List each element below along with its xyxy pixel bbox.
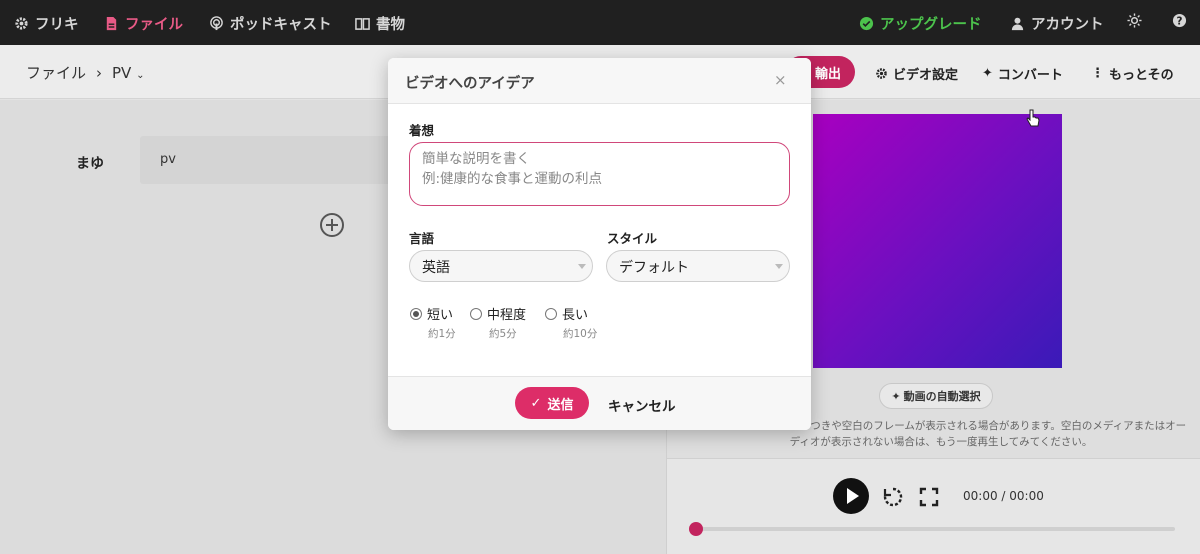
length-option-long[interactable]: 長い <box>545 304 588 323</box>
svg-text:?: ? <box>1177 15 1183 27</box>
add-block-icon[interactable] <box>320 213 344 237</box>
nav-item-label: ポッドキャスト <box>230 17 332 33</box>
radio-button[interactable] <box>410 307 422 320</box>
length-hint: 約1分 <box>428 328 456 340</box>
radio-button[interactable] <box>470 307 482 320</box>
idea-textarea[interactable]: 簡単な説明を書く 例:健康的な食事と運動の利点 <box>409 142 790 206</box>
gear-icon <box>15 17 28 30</box>
nav-item-label: フリキ <box>35 17 79 33</box>
sparkle-icon: ✦ <box>982 66 993 81</box>
video-settings-button[interactable]: ビデオ設定 <box>875 64 958 83</box>
podcast-icon <box>210 16 223 31</box>
theme-toggle-button[interactable] <box>1127 13 1142 28</box>
sun-icon <box>1127 13 1142 28</box>
book-icon <box>355 18 370 30</box>
upgrade-link[interactable]: アップグレード <box>859 13 982 34</box>
chevron-down-icon <box>578 264 586 269</box>
more-button[interactable]: ⋮ もっとその <box>1091 64 1174 83</box>
convert-button[interactable]: ✦ コンバート <box>982 64 1063 83</box>
dialog-title: ビデオへのアイデア <box>405 76 535 92</box>
sparkle-icon: ✦ <box>891 389 901 403</box>
language-select[interactable]: 英語 <box>409 250 593 282</box>
length-option-short[interactable]: 短い <box>410 304 453 323</box>
script-text-field[interactable]: pv <box>140 136 400 184</box>
length-label: 中程度 <box>487 308 527 323</box>
file-icon <box>106 16 117 31</box>
idea-placeholder-line-2: 例:健康的な食事と運動の利点 <box>422 171 603 187</box>
send-button[interactable]: ✓ 送信 <box>515 387 589 419</box>
length-label: 長い <box>562 308 589 323</box>
user-icon <box>1011 17 1024 31</box>
breadcrumb-current[interactable]: PV ⌄ <box>112 64 144 82</box>
gear-icon <box>876 68 887 79</box>
breadcrumb: ファイル › PV ⌄ <box>26 62 145 83</box>
radio-button[interactable] <box>545 307 557 320</box>
top-navigation: フリキ ファイル ポッドキャスト 書物 アップグレード アカウント ? <box>0 0 1200 45</box>
chevron-down-icon <box>775 264 783 269</box>
account-link[interactable]: アカウント <box>1010 13 1104 34</box>
cancel-button[interactable]: キャンセル <box>608 395 676 415</box>
hand-cursor-icon <box>1026 109 1040 127</box>
playback-time: 00:00 / 00:00 <box>963 489 1044 503</box>
language-value: 英語 <box>422 260 450 276</box>
style-label: スタイル <box>607 231 658 246</box>
dialog-header: ビデオへのアイデア × <box>388 58 811 104</box>
dialog-footer: ✓ 送信 キャンセル <box>388 376 811 430</box>
breadcrumb-separator: › <box>96 63 103 82</box>
upgrade-label: アップグレード <box>880 17 982 33</box>
more-vertical-icon: ⋮ <box>1091 66 1104 81</box>
fullscreen-icon[interactable] <box>919 487 939 507</box>
style-value: デフォルト <box>619 260 689 276</box>
check-badge-icon <box>859 16 874 31</box>
replay-icon[interactable] <box>882 486 904 508</box>
player-controls: 00:00 / 00:00 <box>667 458 1200 554</box>
help-button[interactable]: ? <box>1172 13 1187 28</box>
length-option-medium[interactable]: 中程度 <box>470 304 526 323</box>
progress-handle[interactable] <box>689 522 703 536</box>
idea-label: 着想 <box>409 123 435 138</box>
help-icon: ? <box>1172 13 1187 27</box>
chevron-down-icon: ⌄ <box>136 69 145 81</box>
language-label: 言語 <box>409 231 435 246</box>
video-preview[interactable] <box>813 114 1062 368</box>
play-button[interactable] <box>833 478 869 514</box>
length-hint: 約10分 <box>563 328 598 340</box>
progress-track[interactable] <box>693 527 1175 531</box>
account-label: アカウント <box>1031 17 1104 33</box>
auto-select-video-button[interactable]: ✦ 動画の自動選択 <box>879 383 993 409</box>
nav-item-label: 書物 <box>376 17 405 33</box>
breadcrumb-root[interactable]: ファイル <box>26 62 86 83</box>
style-select[interactable]: デフォルト <box>606 250 790 282</box>
nav-item-files[interactable]: ファイル <box>104 13 183 34</box>
length-hint: 約5分 <box>489 328 517 340</box>
nav-item-furiki[interactable]: フリキ <box>14 13 79 34</box>
video-idea-dialog: ビデオへのアイデア × 着想 簡単な説明を書く 例:健康的な食事と運動の利点 言… <box>388 58 811 430</box>
nav-item-books[interactable]: 書物 <box>355 13 405 34</box>
nav-item-podcast[interactable]: ポッドキャスト <box>209 13 332 34</box>
length-label: 短い <box>427 308 454 323</box>
check-icon: ✓ <box>530 395 542 411</box>
nav-item-label: ファイル <box>125 17 183 33</box>
speaker-name[interactable]: まゆ <box>76 153 104 173</box>
close-icon[interactable]: × <box>774 71 787 89</box>
idea-placeholder-line-1: 簡単な説明を書く <box>422 151 530 167</box>
